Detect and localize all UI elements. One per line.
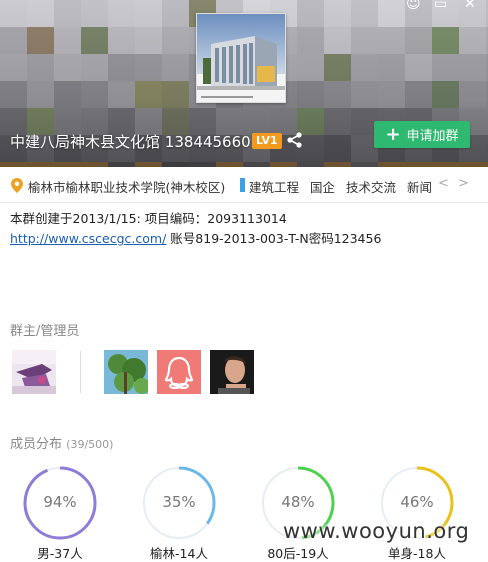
stat-percent: 35% <box>162 493 196 511</box>
owner-avatar[interactable] <box>12 350 56 394</box>
group-name: 中建八局神木县文化馆 138445660 <box>10 133 251 151</box>
group-header: ☺ ▭ ✕ 中建八局神木县文化馆 138445660 LV1 + 申请加群 <box>0 0 488 167</box>
distribution-section-title: 成员分布 (39/500) <box>10 433 113 452</box>
group-description-line2: http://www.cscecgc.com/ 账号819-2013-003-T… <box>10 228 381 247</box>
group-avatar-thumbnail[interactable] <box>196 13 286 103</box>
admins-section-title: 群主/管理员 <box>10 324 80 339</box>
tag-item[interactable]: 技术交流 <box>346 180 396 195</box>
plus-icon: + <box>385 123 401 145</box>
admin-avatar-person[interactable] <box>210 350 254 394</box>
level-badge: LV1 <box>252 133 282 149</box>
stat-percent: 46% <box>400 493 434 511</box>
member-count: (39/500) <box>66 438 114 451</box>
close-icon[interactable]: ✕ <box>464 0 476 12</box>
stat-percent: 94% <box>43 493 77 511</box>
minimize-icon[interactable]: ▭ <box>434 0 447 12</box>
admin-divider <box>80 351 81 393</box>
skin-icon[interactable]: ☺ <box>406 0 421 12</box>
join-group-button[interactable]: + 申请加群 <box>374 121 470 148</box>
building-image <box>197 14 285 102</box>
stat-gender[interactable]: 94% 男-37人 <box>22 465 98 561</box>
tags-next-arrow[interactable]: > <box>458 176 469 191</box>
share-icon[interactable] <box>286 131 304 149</box>
stat-percent: 48% <box>281 493 315 511</box>
group-tags: 建筑工程 国企 技术交流 新闻 <box>249 177 431 196</box>
tag-marker-icon <box>240 178 245 192</box>
group-description-line1: 本群创建于2013/1/15: 项目编码：2093113014 <box>10 211 287 226</box>
tag-item[interactable]: 建筑工程 <box>249 180 299 195</box>
watermark: www.wooyun.org <box>283 519 470 543</box>
stat-label: 单身-18人 <box>388 546 446 561</box>
stat-label: 80后-19人 <box>267 546 329 561</box>
stat-label: 榆林-14人 <box>150 546 208 561</box>
group-location[interactable]: 榆林市榆林职业技术学院(神木校区) <box>28 177 225 196</box>
tag-item[interactable]: 国企 <box>310 180 335 195</box>
stat-region[interactable]: 35% 榆林-14人 <box>141 465 217 561</box>
stat-label: 男-37人 <box>37 546 83 561</box>
tag-item[interactable]: 新闻 <box>407 180 431 195</box>
account-info: 账号819-2013-003-T-N密码123456 <box>166 231 382 246</box>
admin-avatar-tree[interactable] <box>104 350 148 394</box>
distribution-title: 成员分布 <box>10 437 63 452</box>
admin-avatar-penguin[interactable] <box>157 350 201 394</box>
tags-prev-arrow[interactable]: < <box>438 176 449 191</box>
join-group-label: 申请加群 <box>406 129 459 144</box>
location-pin-icon <box>11 178 23 193</box>
location-tag-bar: 榆林市榆林职业技术学院(神木校区) 建筑工程 国企 技术交流 新闻 < > <box>0 167 488 203</box>
group-website-link[interactable]: http://www.cscecgc.com/ <box>10 231 166 246</box>
